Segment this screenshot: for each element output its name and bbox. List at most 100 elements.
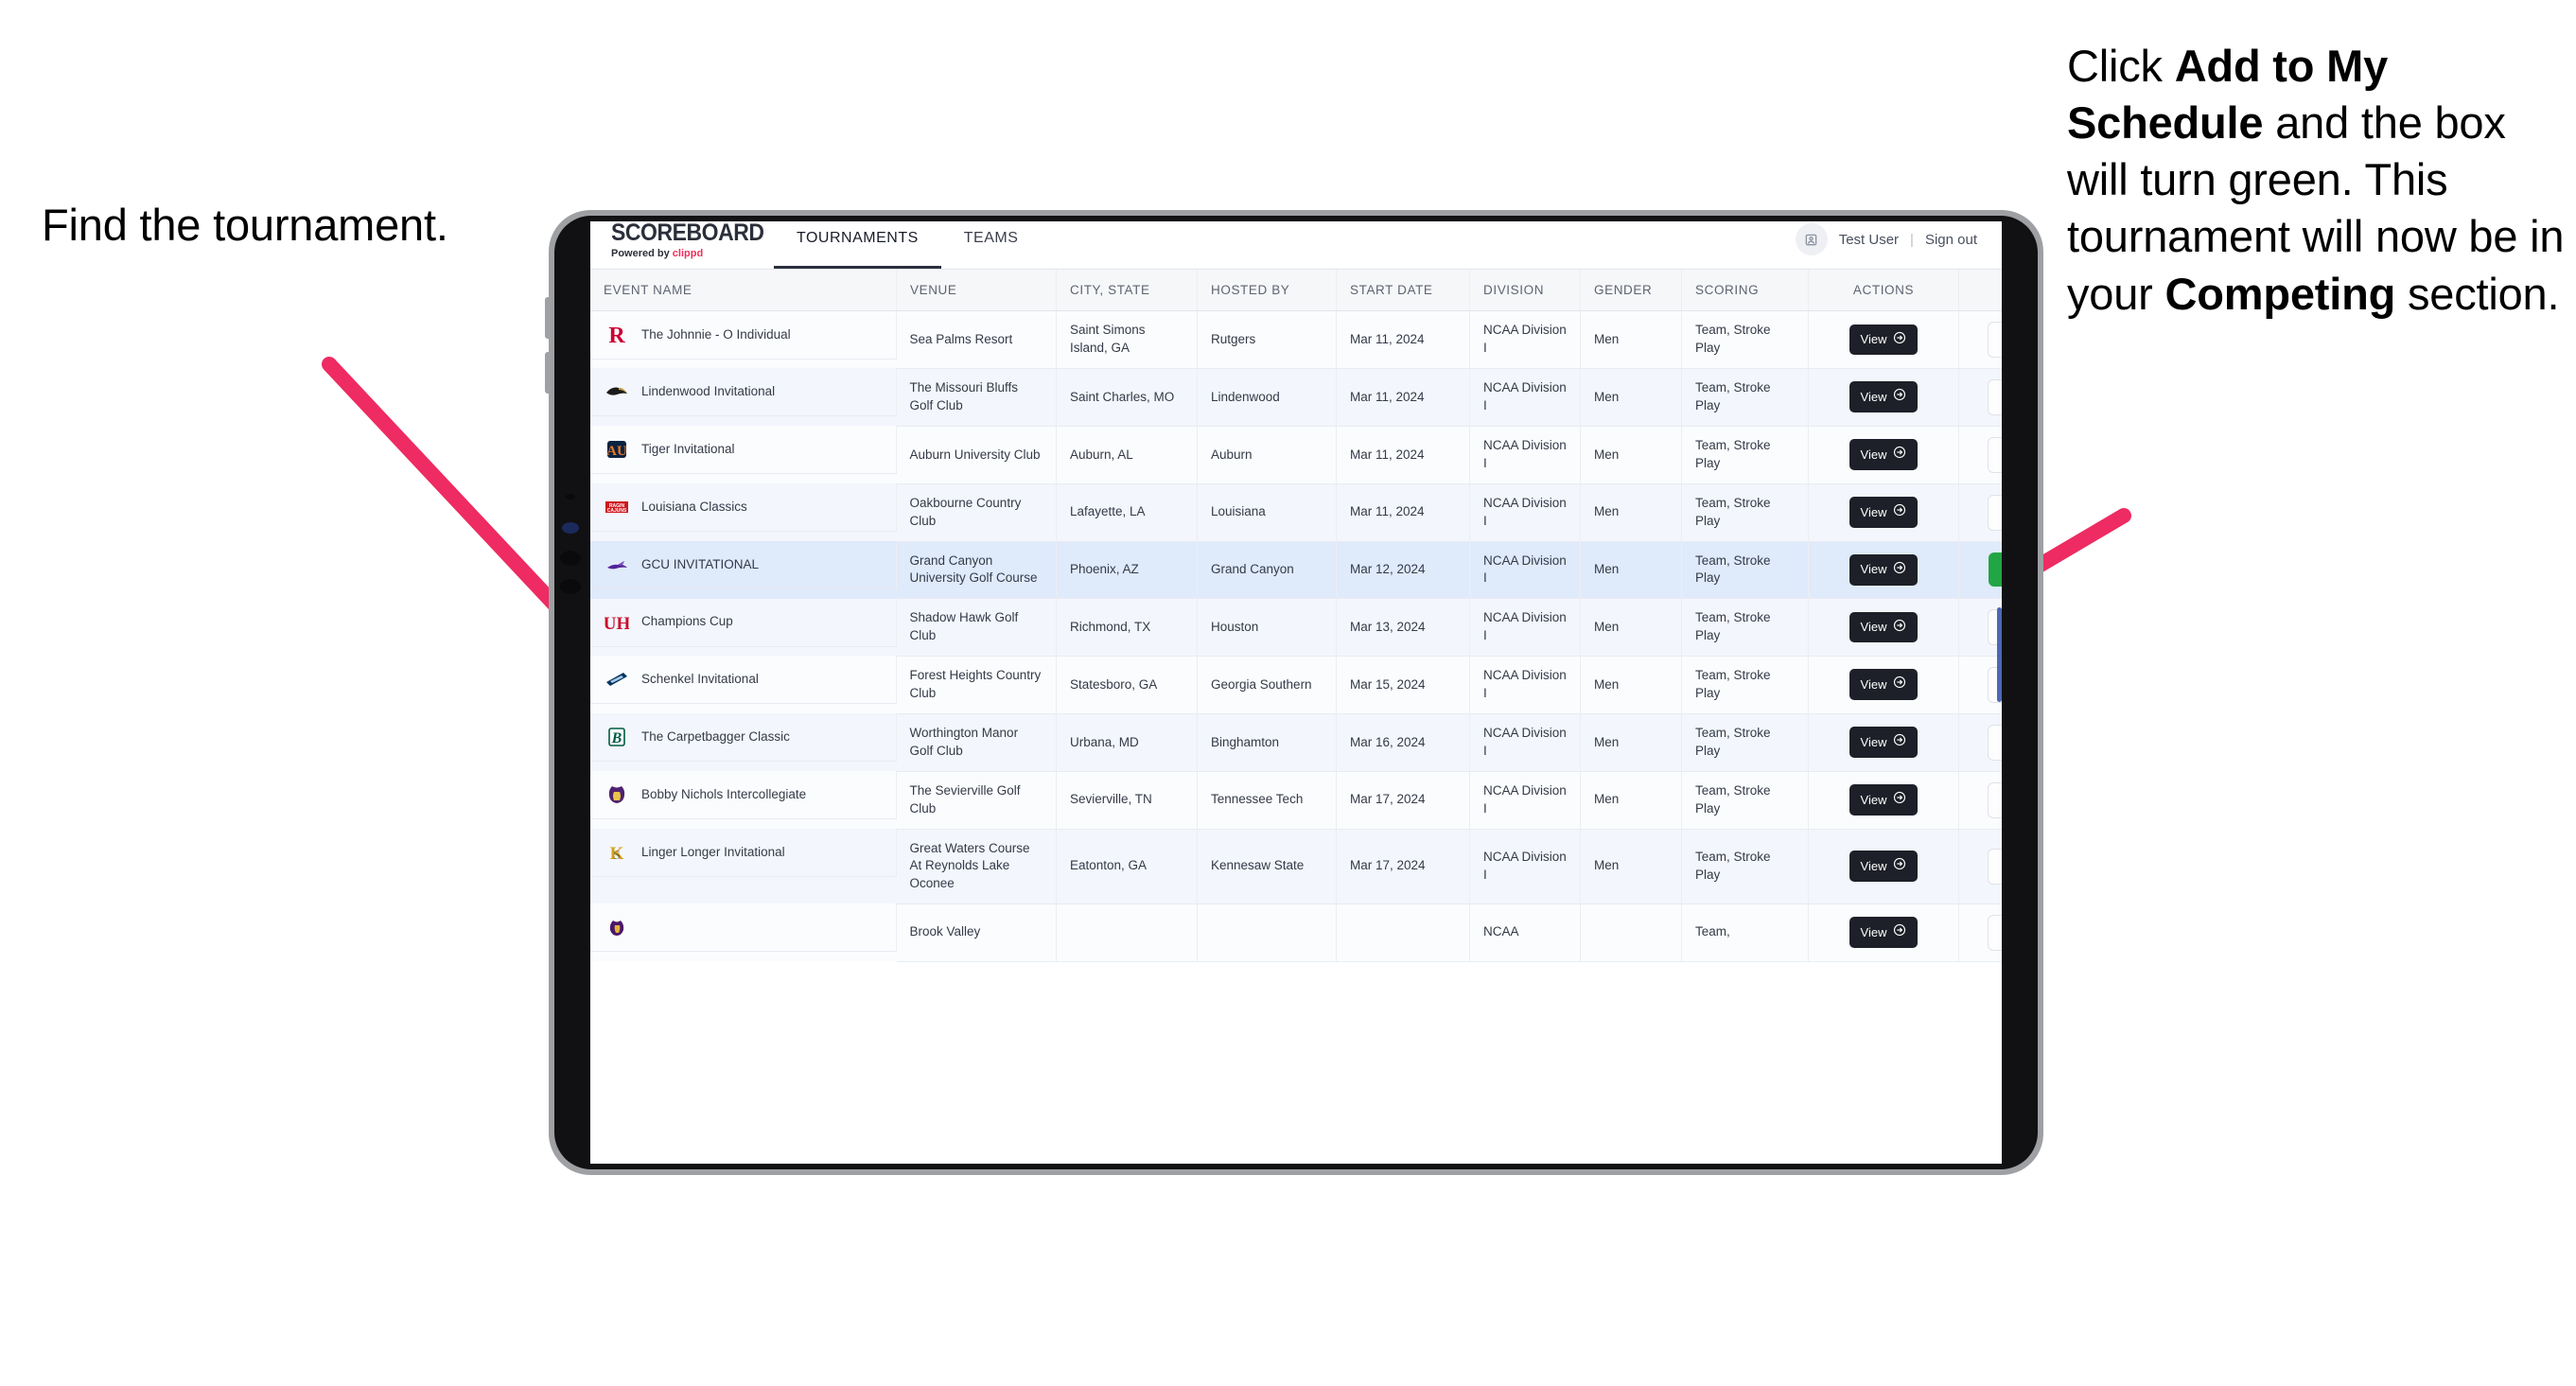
add-to-my-schedule-button[interactable]: Add to My Schedule+ (1988, 436, 2002, 473)
view-button[interactable]: View (1849, 611, 1919, 643)
view-label: View (1860, 858, 1887, 873)
cell-gender: Men (1580, 426, 1682, 484)
cell-scoring: Team, Stroke Play (1681, 598, 1809, 657)
cell-competing: Add to My Schedule+ (1958, 483, 2002, 542)
user-avatar-icon[interactable] (1795, 223, 1828, 255)
cell-scoring: Team, Stroke Play (1681, 656, 1809, 714)
view-button[interactable]: View (1849, 324, 1919, 356)
table-row[interactable]: UH Champions Cup Shadow Hawk Golf Club Rich… (590, 598, 2002, 657)
view-label: View (1860, 620, 1887, 634)
cell-start-date: Mar 12, 2024 (1336, 541, 1470, 600)
cell-start-date: Mar 15, 2024 (1336, 656, 1470, 714)
cell-event-name: GCU INVITATIONAL (590, 541, 897, 590)
cell-actions: View (1808, 426, 1959, 484)
cell-hosted-by: Binghamton (1197, 713, 1337, 772)
view-button[interactable]: View (1849, 917, 1919, 949)
column-header-event-name[interactable]: EVENT NAME (590, 270, 897, 311)
auburn-logo: AU (604, 436, 630, 463)
add-to-my-schedule-button[interactable]: Add to My Schedule+ (1988, 378, 2002, 415)
cell-competing: Add to My Schedule+ (1958, 598, 2002, 657)
view-label: View (1860, 447, 1887, 462)
add-to-my-schedule-button[interactable]: Add to My Schedule+ (1988, 724, 2002, 761)
table-row[interactable]: Schenkel Invitational Forest Heights Coun… (590, 656, 2002, 714)
brand-logo[interactable]: SCOREBOARD Powered by clippd (590, 221, 764, 269)
view-label: View (1860, 562, 1887, 577)
table-row[interactable]: AU Tiger Invitational Auburn University Cl… (590, 426, 2002, 484)
svg-text:S: S (613, 849, 621, 863)
view-button[interactable]: View (1849, 669, 1919, 701)
tablet-screen: SCOREBOARD Powered by clippd TOURNAMENTS… (590, 221, 2002, 1164)
cell-gender: Men (1580, 713, 1682, 772)
tablet-volume-down-button[interactable] (545, 352, 552, 394)
cell-venue: Oakbourne Country Club (896, 483, 1057, 542)
add-to-my-schedule-button[interactable]: Add to My Schedule+ (1988, 848, 2002, 885)
view-button[interactable]: View (1849, 553, 1919, 586)
column-header-start-date[interactable]: START DATE (1336, 270, 1470, 311)
add-to-my-schedule-button[interactable]: Add to My Schedule+ (1988, 494, 2002, 531)
annotation-left: Find the tournament. (42, 197, 477, 254)
table-row[interactable]: Brook Valley NCAA Team, View Add to My Sched… (590, 904, 2002, 962)
cell-scoring: Team, Stroke Play (1681, 426, 1809, 484)
tablet-device: SCOREBOARD Powered by clippd TOURNAMENTS… (545, 210, 2043, 1175)
tablet-camera-icon (562, 522, 579, 534)
cell-hosted-by: Rutgers (1197, 310, 1337, 369)
view-button[interactable]: View (1849, 851, 1919, 883)
svg-text:R: R (608, 324, 625, 347)
tab-teams[interactable]: TEAMS (941, 221, 1042, 269)
cell-competing: Competing (1958, 541, 2002, 600)
rutgers-logo: R (604, 322, 630, 348)
tab-tournaments[interactable]: TOURNAMENTS (774, 221, 941, 269)
cell-venue: The Sevierville Golf Club (896, 771, 1057, 830)
table-row[interactable]: K S Linger Longer Invitational Great Waters… (590, 829, 2002, 904)
table-body: R The Johnnie - O Individual Sea Palms Res… (590, 310, 2002, 962)
brand-wordmark: SCOREBOARD (611, 221, 764, 246)
cell-division: NCAA Division I (1469, 426, 1581, 484)
cell-scoring: Team, Stroke Play (1681, 483, 1809, 542)
table-row[interactable]: Bobby Nichols Intercollegiate The Sevierv… (590, 771, 2002, 830)
nav-tabs: TOURNAMENTS TEAMS (774, 221, 1041, 269)
add-to-my-schedule-button[interactable]: Add to My Schedule+ (1988, 322, 2002, 358)
cell-hosted-by: Kennesaw State (1197, 829, 1337, 904)
event-name-label: Schenkel Invitational (641, 672, 759, 687)
arrow-circle-right-icon (1893, 331, 1906, 349)
column-header-division[interactable]: DIVISION (1469, 270, 1581, 311)
table-row[interactable]: B The Carpetbagger Classic Worthington Man… (590, 713, 2002, 772)
cell-event-name: AU Tiger Invitational (590, 426, 897, 475)
cell-event-name: K S Linger Longer Invitational (590, 829, 897, 878)
cell-venue: Auburn University Club (896, 426, 1057, 484)
column-header-hosted-by[interactable]: HOSTED BY (1197, 270, 1337, 311)
cell-start-date: Mar 11, 2024 (1336, 368, 1470, 427)
cell-hosted-by: Lindenwood (1197, 368, 1337, 427)
view-button[interactable]: View (1849, 439, 1919, 471)
cell-hosted-by: Tennessee Tech (1197, 771, 1337, 830)
view-button[interactable]: View (1849, 381, 1919, 413)
column-header-city-state[interactable]: CITY, STATE (1056, 270, 1198, 311)
view-button[interactable]: View (1849, 784, 1919, 816)
cell-start-date: Mar 11, 2024 (1336, 483, 1470, 542)
column-header-scoring[interactable]: SCORING (1681, 270, 1809, 311)
vertical-scrollbar[interactable] (1997, 607, 2002, 702)
column-header-gender[interactable]: GENDER (1580, 270, 1682, 311)
add-to-my-schedule-button[interactable]: Add to My Schedule+ (1988, 914, 2002, 951)
view-button[interactable]: View (1849, 497, 1919, 529)
cell-division: NCAA Division I (1469, 771, 1581, 830)
table-row[interactable]: R The Johnnie - O Individual Sea Palms Res… (590, 310, 2002, 369)
cell-start-date: Mar 11, 2024 (1336, 310, 1470, 369)
column-header-venue[interactable]: VENUE (896, 270, 1057, 311)
table-row[interactable]: RAGIN CAJUNS Louisiana Classics Oakbourne C… (590, 483, 2002, 542)
cell-actions: View (1808, 713, 1959, 772)
arrow-circle-right-icon (1893, 503, 1906, 521)
sign-out-link[interactable]: Sign out (1925, 232, 1977, 248)
view-button[interactable]: View (1849, 727, 1919, 759)
event-name-label: GCU INVITATIONAL (641, 556, 760, 571)
cell-event-name: RAGIN CAJUNS Louisiana Classics (590, 483, 897, 533)
competing-badge[interactable]: Competing (1989, 553, 2002, 588)
cell-city-state: Saint Charles, MO (1056, 368, 1198, 427)
table-row[interactable]: Lindenwood Invitational The Missouri Bluf… (590, 368, 2002, 427)
cell-actions: View (1808, 829, 1959, 904)
tablet-volume-up-button[interactable] (545, 297, 552, 339)
cell-division: NCAA Division I (1469, 598, 1581, 657)
table-row[interactable]: GCU INVITATIONAL Grand Canyon University … (590, 541, 2002, 600)
arrow-circle-right-icon (1893, 791, 1906, 809)
add-to-my-schedule-button[interactable]: Add to My Schedule+ (1988, 781, 2002, 818)
